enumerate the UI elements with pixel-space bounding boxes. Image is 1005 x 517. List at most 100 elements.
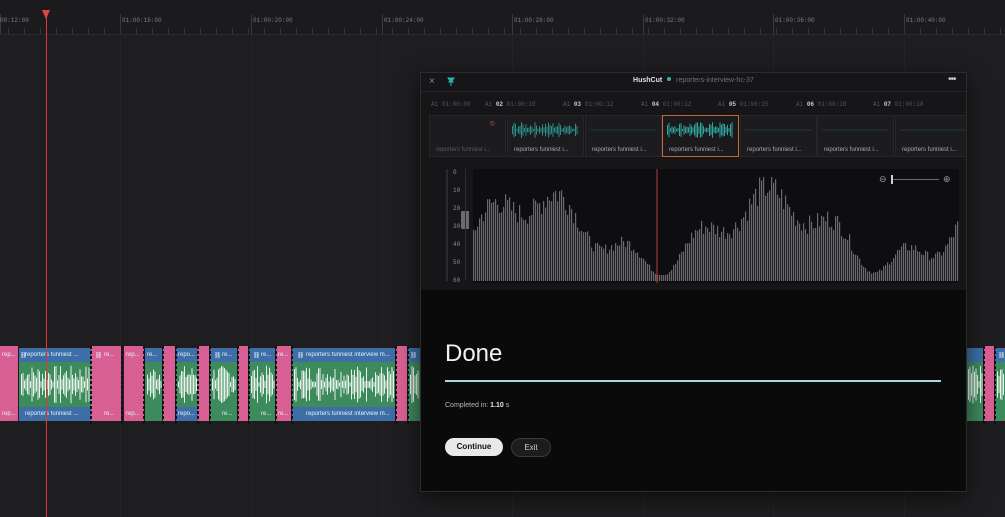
- clip-label: re...: [222, 411, 233, 417]
- ruler-minor-tick: [440, 28, 441, 34]
- clip-thumbnail-active[interactable]: reporters funniest i...: [662, 115, 739, 157]
- continue-button[interactable]: Continue: [445, 438, 503, 456]
- clip-thumbnail[interactable]: reporters funniest i...: [740, 115, 817, 157]
- clip-label: re...: [104, 352, 115, 358]
- clip-label: re...: [261, 411, 272, 417]
- ruler-minor-tick: [856, 28, 857, 34]
- ruler-minor-tick: [680, 28, 681, 34]
- ruler-minor-tick: [552, 28, 553, 34]
- ruler-minor-tick: [328, 28, 329, 34]
- playhead-line[interactable]: [46, 10, 47, 517]
- thumbnail-waveform: [745, 129, 811, 131]
- ruler-minor-tick: [296, 28, 297, 34]
- project-name: reporters-interview-hc-37: [676, 77, 754, 84]
- zoom-in-icon[interactable]: ⊕: [943, 175, 951, 184]
- ruler-minor-tick: [248, 28, 249, 34]
- ruler-minor-tick: [568, 28, 569, 34]
- more-icon[interactable]: •••: [948, 74, 956, 85]
- ruler-minor-tick: [744, 28, 745, 34]
- ruler-minor-tick: [936, 28, 937, 34]
- ruler-tick: [382, 14, 383, 34]
- ruler-minor-tick: [872, 28, 873, 34]
- progress-bar: [445, 380, 941, 382]
- db-label: 50: [453, 259, 461, 266]
- ruler-minor-tick: [360, 28, 361, 34]
- ruler-minor-tick: [456, 28, 457, 34]
- thumbnail-label: reporters funniest i...: [824, 147, 879, 153]
- clip-thumbnail[interactable]: reporters funniest i...: [507, 115, 584, 157]
- clip-label: re...: [104, 411, 115, 417]
- muted-icon: ⦸: [490, 120, 495, 127]
- dialog-title: HushCut reporters-interview-hc-37: [421, 77, 966, 84]
- thumbnail-label: reporters funniest i...: [514, 147, 569, 153]
- ruler-minor-tick: [264, 28, 265, 34]
- zoom-slider[interactable]: [893, 179, 939, 180]
- cut-marker: [994, 346, 996, 424]
- ruler-minor-tick: [168, 28, 169, 34]
- timeline-gridline: [120, 34, 121, 517]
- ruler-label: 00:12:00: [0, 17, 29, 24]
- db-label: 20: [453, 205, 461, 212]
- clip-label: re...: [147, 352, 158, 358]
- clip-thumbnail[interactable]: reporters funniest i...: [895, 115, 966, 157]
- ruler-minor-tick: [24, 28, 25, 34]
- ruler-minor-tick: [392, 28, 393, 34]
- ruler-minor-tick: [504, 28, 505, 34]
- ruler-minor-tick: [776, 28, 777, 34]
- ruler-minor-tick: [408, 28, 409, 34]
- ruler-minor-tick: [536, 28, 537, 34]
- ruler-minor-tick: [760, 28, 761, 34]
- cut-marker: [983, 346, 985, 424]
- thumbnail-label: reporters funniest i...: [747, 147, 802, 153]
- ruler-tick: [643, 14, 644, 34]
- ruler-minor-tick: [888, 28, 889, 34]
- thumbnail-label: reporters funniest i...: [902, 147, 957, 153]
- cut-marker: [121, 346, 123, 424]
- zoom-slider-handle[interactable]: [891, 175, 893, 184]
- timeline-gridline: [251, 34, 252, 517]
- exit-button[interactable]: Exit: [511, 438, 551, 457]
- meter-rail: [465, 169, 466, 281]
- zoom-out-icon[interactable]: ⊖: [879, 175, 887, 184]
- thumb-header-07: A1 07 01:00:18: [873, 101, 924, 108]
- playhead-marker[interactable]: [42, 10, 50, 19]
- cut-marker: [291, 346, 293, 424]
- thumb-header-05: A1 05 01:00:15: [718, 101, 769, 108]
- ruler-minor-tick: [632, 28, 633, 34]
- dialog-titlebar[interactable]: × HushCut reporters-interview-hc-37 •••: [421, 73, 966, 92]
- clip-thumbnail[interactable]: reporters funniest i...: [817, 115, 894, 157]
- clip-label: reporters funniest interview m...: [306, 411, 390, 417]
- cut-marker: [143, 346, 145, 424]
- db-label: 40: [453, 241, 461, 248]
- clip-thumbnail[interactable]: reporters funniest i...: [585, 115, 662, 157]
- ruler-minor-tick: [232, 28, 233, 34]
- link-icon: ⛓: [95, 353, 101, 359]
- db-label: 0: [453, 169, 457, 176]
- ruler-minor-tick: [648, 28, 649, 34]
- clip-label: rep...: [126, 411, 140, 417]
- clip-header[interactable]: [966, 348, 983, 362]
- thumbnail-label: reporters funniest i...: [592, 147, 647, 153]
- ruler-minor-tick: [312, 28, 313, 34]
- cut-marker: [90, 346, 92, 424]
- hushcut-dialog: × HushCut reporters-interview-hc-37 ••• …: [420, 72, 967, 492]
- status-dot-icon: [667, 77, 672, 81]
- thumbnail-waveform: [590, 129, 656, 131]
- ruler-minor-tick: [216, 28, 217, 34]
- timeline-gridline: [382, 34, 383, 517]
- clip-label: rep...: [126, 352, 140, 358]
- ruler-label: 01:00:24:00: [384, 17, 424, 24]
- ruler-minor-tick: [840, 28, 841, 34]
- waveform-view[interactable]: ⊖ ⊕: [473, 169, 959, 283]
- ruler-minor-tick: [968, 28, 969, 34]
- db-label: 10: [453, 187, 461, 194]
- ruler-minor-tick: [344, 28, 345, 34]
- cut-marker: [248, 346, 250, 424]
- ruler-minor-tick: [8, 28, 9, 34]
- ruler-minor-tick: [152, 28, 153, 34]
- timeline-ruler[interactable]: 00:12:00 01:00:16:00 01:00:20:00 01:00:2…: [0, 0, 1005, 35]
- ruler-minor-tick: [824, 28, 825, 34]
- clip-thumbnail[interactable]: ⦸ reporters funniest i...: [429, 115, 506, 157]
- ruler-minor-tick: [488, 28, 489, 34]
- ruler-minor-tick: [136, 28, 137, 34]
